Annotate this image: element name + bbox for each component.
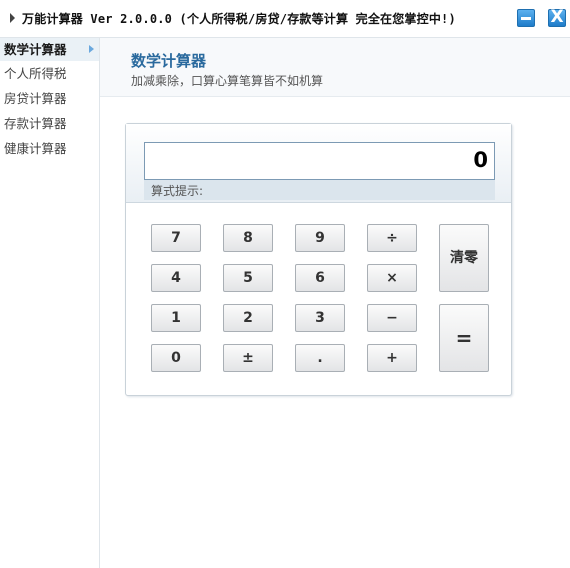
key-9[interactable]: 9	[295, 224, 345, 252]
minimize-icon	[521, 17, 531, 20]
sidebar-item-label: 存款计算器	[4, 116, 67, 131]
clear-button[interactable]: 清零	[439, 224, 489, 292]
sidebar-item-label: 房贷计算器	[4, 91, 67, 106]
chevron-right-icon	[89, 45, 94, 53]
title-bar: 万能计算器 Ver 2.0.0.0 (个人所得税/房贷/存款等计算 完全在您掌控…	[0, 0, 570, 38]
page-header: 数学计算器 加减乘除，口算心算笔算皆不如机算	[100, 38, 570, 97]
formula-hint-bar: 算式提示:	[144, 180, 495, 200]
minimize-button[interactable]	[517, 9, 535, 27]
title-arrow-icon	[10, 13, 15, 23]
calculator-display[interactable]: 0	[144, 142, 495, 180]
sidebar-item-label: 数学计算器	[4, 42, 67, 57]
sidebar: 数学计算器 个人所得税 房贷计算器 存款计算器 健康计算器	[0, 38, 100, 568]
equals-button[interactable]: =	[439, 304, 489, 372]
key-add[interactable]: +	[367, 344, 417, 372]
sidebar-item-income-tax[interactable]: 个人所得税	[0, 62, 99, 86]
calculator-panel: 0 算式提示: 7 8 9 ÷ 清零 4 5 6 × 1 2 3 − = 0 ±…	[125, 123, 512, 396]
sidebar-item-mortgage-calculator[interactable]: 房贷计算器	[0, 87, 99, 111]
key-1[interactable]: 1	[151, 304, 201, 332]
key-plus-minus[interactable]: ±	[223, 344, 273, 372]
key-7[interactable]: 7	[151, 224, 201, 252]
key-6[interactable]: 6	[295, 264, 345, 292]
calculator-display-area: 0 算式提示:	[126, 124, 511, 203]
key-8[interactable]: 8	[223, 224, 273, 252]
sidebar-item-label: 个人所得税	[4, 66, 67, 81]
key-4[interactable]: 4	[151, 264, 201, 292]
key-multiply[interactable]: ×	[367, 264, 417, 292]
key-3[interactable]: 3	[295, 304, 345, 332]
key-5[interactable]: 5	[223, 264, 273, 292]
sidebar-item-deposit-calculator[interactable]: 存款计算器	[0, 112, 99, 136]
page-title: 数学计算器	[131, 52, 207, 70]
window-title: 万能计算器 Ver 2.0.0.0 (个人所得税/房贷/存款等计算 完全在您掌控…	[22, 12, 456, 26]
formula-hint-label: 算式提示:	[151, 184, 204, 198]
sidebar-item-math-calculator[interactable]: 数学计算器	[0, 38, 99, 61]
close-button[interactable]: X	[548, 7, 566, 27]
sidebar-item-health-calculator[interactable]: 健康计算器	[0, 137, 99, 161]
key-subtract[interactable]: −	[367, 304, 417, 332]
key-0[interactable]: 0	[151, 344, 201, 372]
display-value: 0	[473, 148, 488, 172]
key-2[interactable]: 2	[223, 304, 273, 332]
page-subtitle: 加减乘除，口算心算笔算皆不如机算	[131, 74, 324, 88]
close-icon: X	[550, 7, 564, 27]
sidebar-item-label: 健康计算器	[4, 141, 67, 156]
key-divide[interactable]: ÷	[367, 224, 417, 252]
key-decimal[interactable]: .	[295, 344, 345, 372]
